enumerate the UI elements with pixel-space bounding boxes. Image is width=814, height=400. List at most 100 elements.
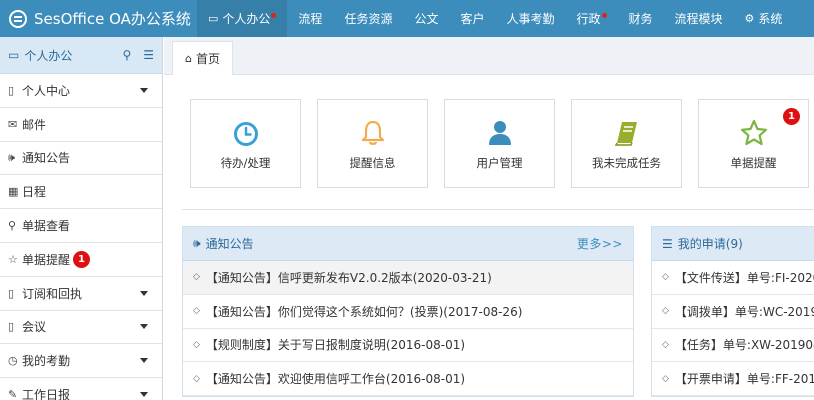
sidebar-item-schedule[interactable]: ▦ 日程 xyxy=(0,175,162,210)
bookmark-icon: ▯ xyxy=(8,83,15,97)
list-item-text: 【规则制度】关于写日报制度说明(2016-08-01) xyxy=(205,338,466,353)
diamond-icon: ◇ xyxy=(662,373,669,384)
count-badge: 1 xyxy=(783,108,800,125)
nav-item-finance[interactable]: 财务 xyxy=(618,0,664,37)
sidebar-item-label: 订阅和回执 xyxy=(22,286,83,301)
diamond-icon: ◇ xyxy=(662,272,669,283)
sidebar-item-mail[interactable]: ✉ 邮件 xyxy=(0,107,162,142)
sidebar-item-my-attendance[interactable]: ◷ 我的考勤 xyxy=(0,344,162,379)
nav-label: 个人办公 xyxy=(222,12,271,26)
diamond-icon: ◇ xyxy=(662,306,669,317)
sidebar-item-label: 单据查看 xyxy=(22,219,71,234)
nav-item-workflow[interactable]: 流程 xyxy=(287,0,333,37)
shortcut-label: 待办/处理 xyxy=(220,156,271,170)
sidebar-item-label: 通知公告 xyxy=(22,151,71,166)
list-item[interactable]: ◇ 【通知公告】信呼更新发布V2.0.2版本(2020-03-21) xyxy=(183,261,633,295)
shortcut-todo[interactable]: 待办/处理 xyxy=(190,99,301,188)
notification-dot xyxy=(271,13,277,18)
bookmark-icon: ▯ xyxy=(8,320,15,334)
diamond-icon: ◇ xyxy=(193,373,200,384)
nav-item-workflow-module[interactable]: 流程模块 xyxy=(664,0,734,37)
sidebar: ▭ 个人办公 ⚲ ☰ ▯ 个人中心 ✉ 邮件 🕪 通知公告 ▦ 日程 ⚲ 单据查… xyxy=(0,37,163,400)
list-item[interactable]: ◇ 【通知公告】你们觉得这个系统如何？(投票)(2017-08-26) xyxy=(183,295,633,329)
speaker-icon: 🕪 xyxy=(193,236,201,250)
shortcut-reminders[interactable]: 提醒信息 xyxy=(317,99,428,188)
envelope-icon: ✉ xyxy=(8,117,18,131)
shortcut-label: 单据提醒 xyxy=(730,156,777,170)
top-navbar: SesOffice OA办公系统 ▭ 个人办公 流程 任务资源 公文 客户 人事… xyxy=(0,0,814,37)
sidebar-header: ▭ 个人办公 ⚲ ☰ xyxy=(0,37,162,74)
list-item[interactable]: ◇ 【开票申请】单号:FF-2018121 xyxy=(652,362,814,397)
sidebar-item-notice[interactable]: 🕪 通知公告 xyxy=(0,141,162,176)
list-item-text: 【文件传送】单号:FI-20200 xyxy=(674,270,814,285)
list-item[interactable]: ◇ 【文件传送】单号:FI-20200 xyxy=(652,261,814,295)
tab-home[interactable]: ⌂ 首页 xyxy=(172,41,233,75)
nav-item-documents[interactable]: 公文 xyxy=(403,0,449,37)
nav-label: 任务资源 xyxy=(344,12,393,26)
nav-item-administration[interactable]: 行政 xyxy=(566,0,618,37)
notice-panel: 🕪 通知公告 更多>> ◇ 【通知公告】信呼更新发布V2.0.2版本(2020-0… xyxy=(182,226,634,398)
tab-label: 首页 xyxy=(195,52,220,66)
sidebar-item-personal-center[interactable]: ▯ 个人中心 xyxy=(0,74,162,108)
nav-item-personal-office[interactable]: ▭ 个人办公 xyxy=(197,0,288,37)
list-icon: ☰ xyxy=(662,236,673,251)
sidebar-item-label: 单据提醒 xyxy=(22,252,71,267)
diamond-icon: ◇ xyxy=(193,272,200,283)
notification-dot xyxy=(601,13,607,18)
nav-item-task-resources[interactable]: 任务资源 xyxy=(333,0,403,37)
nav-item-hr-attendance[interactable]: 人事考勤 xyxy=(495,0,565,37)
nav-label: 行政 xyxy=(576,12,601,26)
sidebar-item-daily-report[interactable]: ✎ 工作日报 xyxy=(0,378,162,400)
shortcut-label: 用户管理 xyxy=(476,156,523,170)
gear-icon: ⚙ xyxy=(744,12,755,25)
diamond-icon: ◇ xyxy=(193,339,200,350)
section-divider xyxy=(182,209,814,210)
nav-label: 流程模块 xyxy=(674,12,723,26)
list-item-text: 【通知公告】你们觉得这个系统如何？(投票)(2017-08-26) xyxy=(205,304,523,319)
sidebar-item-label: 日程 xyxy=(22,185,47,200)
list-item[interactable]: ◇ 【调拨单】单号:WC-2019042 xyxy=(652,295,814,329)
diamond-icon: ◇ xyxy=(662,339,669,350)
list-item[interactable]: ◇ 【规则制度】关于写日报制度说明(2016-08-01) xyxy=(183,329,633,363)
sidebar-item-label: 会议 xyxy=(22,320,47,335)
sidebar-item-subscriptions[interactable]: ▯ 订阅和回执 xyxy=(0,276,162,311)
menu-icon[interactable]: ☰ xyxy=(143,48,154,62)
list-item-text: 【通知公告】欢迎使用信呼工作台(2016-08-01) xyxy=(205,372,466,387)
nav-label: 人事考勤 xyxy=(506,12,555,26)
nav-item-customers[interactable]: 客户 xyxy=(449,0,495,37)
nav-item-system[interactable]: ⚙ 系统 xyxy=(734,0,794,37)
sidebar-item-document-reminder[interactable]: ☆ 单据提醒 1 xyxy=(0,242,162,277)
panel-title: 通知公告 xyxy=(205,237,254,251)
panel-title: 我的申请(9) xyxy=(677,237,743,251)
list-item-text: 【开票申请】单号:FF-2018121 xyxy=(674,372,814,387)
shortcut-unfinished-tasks[interactable]: 我未完成任务 xyxy=(571,99,682,188)
list-item[interactable]: ◇ 【任务】单号:XW-20190424 xyxy=(652,329,814,363)
nav-label: 系统 xyxy=(758,12,783,26)
sidebar-title: 个人办公 xyxy=(24,48,73,63)
sidebar-item-meetings[interactable]: ▯ 会议 xyxy=(0,310,162,345)
more-link[interactable]: 更多>> xyxy=(577,235,623,252)
list-item-text: 【通知公告】信呼更新发布V2.0.2版本(2020-03-21) xyxy=(205,270,492,285)
user-icon xyxy=(488,121,511,145)
panel-header: ☰ 我的申请(9) xyxy=(652,227,814,261)
list-item-text: 【任务】单号:XW-20190424 xyxy=(674,338,814,353)
sidebar-item-document-view[interactable]: ⚲ 单据查看 xyxy=(0,209,162,243)
sidebar-item-label: 我的考勤 xyxy=(22,354,71,369)
app-brand[interactable]: SesOffice OA办公系统 xyxy=(0,0,197,37)
nav-label: 公文 xyxy=(414,12,439,26)
search-icon: ⚲ xyxy=(8,219,17,233)
bell-icon xyxy=(361,120,384,145)
clock-icon: ◷ xyxy=(8,354,18,368)
sidebar-item-label: 工作日报 xyxy=(22,388,71,400)
search-icon[interactable]: ⚲ xyxy=(122,48,131,62)
bookmark-icon: ▯ xyxy=(8,286,15,300)
shortcut-document-reminder[interactable]: 1 单据提醒 xyxy=(698,99,809,188)
sidebar-item-label: 邮件 xyxy=(22,117,47,132)
count-badge: 1 xyxy=(73,250,91,268)
list-item[interactable]: ◇ 【通知公告】欢迎使用信呼工作台(2016-08-01) xyxy=(183,362,633,397)
panel-header: 🕪 通知公告 更多>> xyxy=(183,227,633,261)
top-nav-menu: ▭ 个人办公 流程 任务资源 公文 客户 人事考勤 行政 财务 流程模块 ⚙ 系… xyxy=(197,0,793,37)
caret-down-icon xyxy=(140,358,148,364)
speaker-icon: 🕪 xyxy=(8,150,15,164)
shortcut-user-management[interactable]: 用户管理 xyxy=(444,99,555,188)
